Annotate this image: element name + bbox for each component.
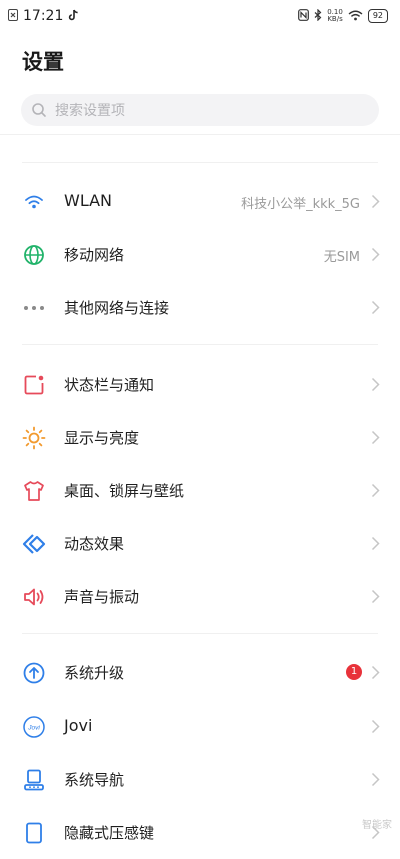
chevron-right-icon [371, 300, 380, 315]
battery-indicator: 92 [367, 8, 388, 23]
settings-item-label: 桌面、锁屏与壁纸 [64, 482, 185, 500]
chevron-right-icon [371, 665, 380, 680]
settings-item-label: 动态效果 [64, 535, 125, 553]
globe-icon [24, 245, 44, 265]
bluetooth-icon [314, 6, 322, 25]
search-placeholder: 搜索设置项 [55, 103, 125, 119]
sun-icon [22, 426, 46, 450]
settings-item-pressure-key[interactable]: 隐藏式压感键 [0, 806, 400, 859]
settings-item-desktop-wallpaper[interactable]: 桌面、锁屏与壁纸 [0, 464, 400, 517]
status-bar: 17:21 0.10 KB/s 92 [0, 0, 400, 30]
section-divider [22, 344, 378, 345]
wifi-status-icon [348, 6, 363, 25]
chevron-right-icon [371, 430, 380, 445]
settings-item-label: 其他网络与连接 [64, 299, 170, 317]
chevron-right-icon [371, 536, 380, 551]
chevron-right-icon [371, 377, 380, 392]
chevron-right-icon [371, 194, 380, 209]
chevron-right-icon [371, 247, 380, 262]
chevron-right-icon [371, 589, 380, 604]
search-icon [32, 103, 46, 117]
chevron-right-icon [371, 719, 380, 734]
network-speed: 0.10 KB/s [327, 7, 343, 23]
settings-item-other-networks[interactable]: 其他网络与连接 [0, 281, 400, 334]
settings-item-sound-vibration[interactable]: 声音与振动 [0, 570, 400, 623]
pressure-key-icon [26, 822, 42, 844]
section-divider [22, 162, 378, 163]
settings-item-mobile-network[interactable]: 移动网络 无SIM [0, 228, 400, 281]
status-time: 17:21 [23, 7, 64, 24]
settings-item-label: 系统升级 [64, 664, 125, 682]
update-count-badge: 1 [346, 664, 362, 680]
settings-item-system-navigation[interactable]: 系统导航 [0, 753, 400, 806]
svg-text:Jovi: Jovi [27, 725, 40, 732]
mobile-network-status: 无SIM [323, 250, 360, 265]
settings-item-label: 系统导航 [64, 771, 125, 789]
header-divider [0, 134, 400, 135]
jovi-icon: Jovi [23, 716, 45, 738]
settings-item-jovi[interactable]: Jovi Jovi [0, 700, 400, 753]
settings-item-label: WLAN [64, 191, 113, 210]
notification-icon [24, 375, 44, 395]
settings-item-status-bar-notifications[interactable]: 状态栏与通知 [0, 358, 400, 411]
search-input[interactable]: 搜索设置项 [21, 94, 379, 126]
settings-item-system-upgrade[interactable]: 系统升级 1 [0, 646, 400, 699]
watermark: 智能家 [362, 820, 392, 831]
chevron-right-icon [371, 483, 380, 498]
settings-item-label: 显示与亮度 [64, 429, 140, 447]
chevron-right-icon [371, 772, 380, 787]
wifi-icon [25, 195, 43, 209]
tiktok-icon [68, 6, 79, 25]
animation-icon [22, 534, 46, 554]
navigation-icon [24, 769, 44, 791]
speaker-icon [24, 588, 44, 606]
settings-item-label: 状态栏与通知 [64, 376, 155, 394]
upgrade-icon [23, 662, 45, 684]
page-title: 设置 [22, 50, 64, 74]
settings-item-animation-effects[interactable]: 动态效果 [0, 517, 400, 570]
wlan-network-name: 科技小公举_kkk_5G [241, 197, 360, 212]
settings-item-label: 隐藏式压感键 [64, 824, 155, 842]
settings-item-wlan[interactable]: WLAN 科技小公举_kkk_5G [0, 175, 400, 228]
settings-item-display-brightness[interactable]: 显示与亮度 [0, 411, 400, 464]
section-divider [22, 633, 378, 634]
settings-item-label: Jovi [64, 716, 93, 735]
settings-item-label: 声音与振动 [64, 588, 140, 606]
sim-notice-icon [8, 6, 18, 25]
more-dots-icon [24, 306, 44, 310]
tshirt-icon [24, 481, 44, 501]
nfc-icon [298, 6, 310, 25]
settings-item-label: 移动网络 [64, 246, 125, 264]
